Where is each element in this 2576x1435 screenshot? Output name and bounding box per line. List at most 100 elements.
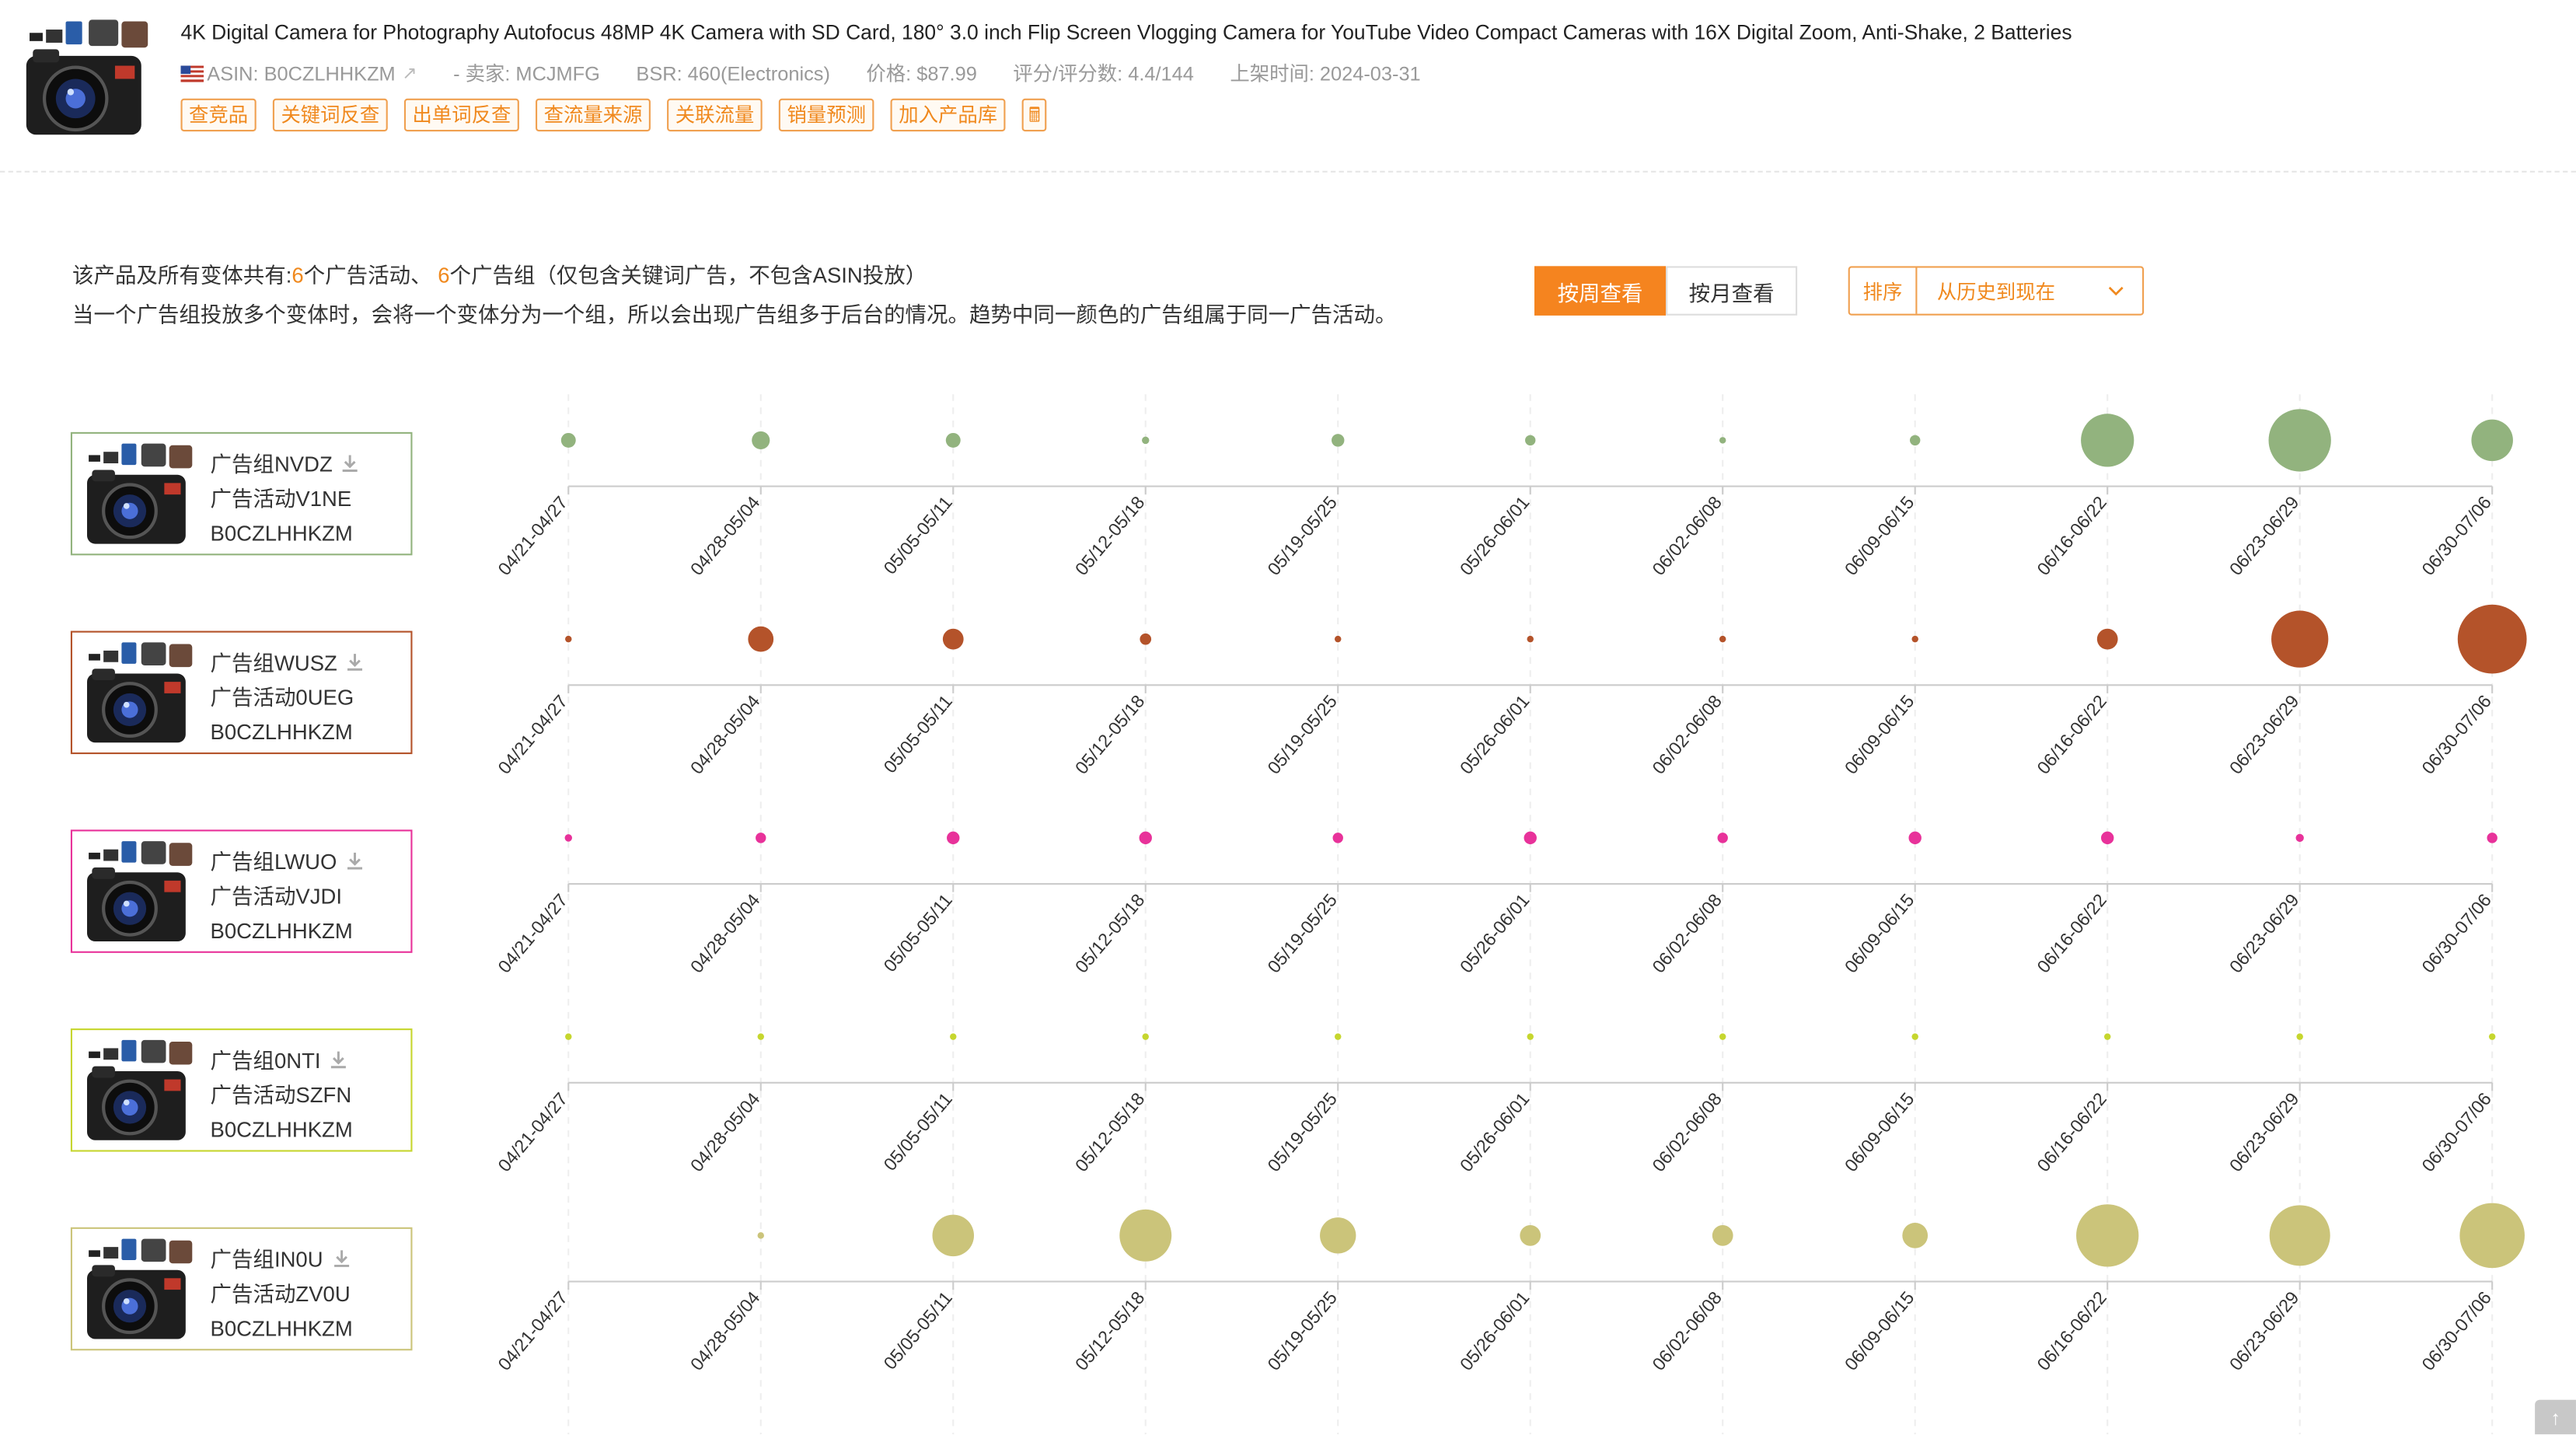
bubble-point[interactable] xyxy=(757,1232,764,1239)
x-tick-label: 05/05-05/11 xyxy=(880,1287,957,1373)
bubble-point[interactable] xyxy=(1320,1217,1356,1254)
bubble-point[interactable] xyxy=(2096,628,2118,650)
x-tick-label: 04/28-05/04 xyxy=(686,890,764,977)
bubble-point[interactable] xyxy=(2487,833,2497,843)
bubble-point[interactable] xyxy=(1140,633,1152,645)
x-tick-label: 05/19-05/25 xyxy=(1263,1088,1341,1175)
bubble-point[interactable] xyxy=(1911,1033,1918,1040)
bubble-point[interactable] xyxy=(1527,1033,1534,1040)
x-tick-label: 06/02-06/08 xyxy=(1648,1088,1726,1175)
bubble-point[interactable] xyxy=(756,833,766,843)
x-tick-label: 04/28-05/04 xyxy=(686,492,764,579)
bubble-point[interactable] xyxy=(1527,635,1534,643)
bubble-point[interactable] xyxy=(1142,436,1150,445)
bubble-point[interactable] xyxy=(2488,1033,2496,1040)
x-tick-label: 05/05-05/11 xyxy=(880,890,957,976)
x-tick-label: 05/12-05/18 xyxy=(1071,691,1149,778)
bubble-point[interactable] xyxy=(2296,1033,2303,1040)
x-tick-label: 05/26-06/01 xyxy=(1456,691,1534,778)
x-tick-label: 04/21-04/27 xyxy=(494,492,571,579)
x-tick-label: 04/28-05/04 xyxy=(686,691,764,778)
bubble-point[interactable] xyxy=(947,831,960,845)
bubble-point[interactable] xyxy=(564,834,573,842)
bubble-point[interactable] xyxy=(2268,409,2331,472)
bubble-point[interactable] xyxy=(1332,833,1343,843)
x-tick-label: 06/16-06/22 xyxy=(2033,890,2110,977)
bubble-point[interactable] xyxy=(1525,435,1536,446)
bubble-point[interactable] xyxy=(1332,434,1345,447)
x-tick-label: 06/02-06/08 xyxy=(1648,1287,1726,1374)
bubble-point[interactable] xyxy=(1719,1033,1726,1040)
x-tick-label: 06/02-06/08 xyxy=(1648,890,1726,977)
bubble-point[interactable] xyxy=(1717,833,1728,843)
bubble-point[interactable] xyxy=(1142,1033,1149,1040)
x-tick-label: 06/30-07/06 xyxy=(2417,890,2495,977)
x-tick-label: 06/16-06/22 xyxy=(2033,1088,2110,1175)
x-tick-label: 06/09-06/15 xyxy=(1841,1287,1918,1374)
bubble-point[interactable] xyxy=(942,628,964,650)
ad-trend-chart: 04/21-04/27 04/28-05/04 05/05-05/11 05/12-0… xyxy=(494,394,2527,1435)
bubble-point[interactable] xyxy=(757,1033,764,1040)
x-tick-label: 05/12-05/18 xyxy=(1071,1088,1149,1175)
back-to-top-button[interactable]: ↑ xyxy=(2535,1399,2576,1435)
x-tick-label: 05/26-06/01 xyxy=(1456,1287,1534,1374)
x-tick-label: 06/16-06/22 xyxy=(2033,492,2110,579)
bubble-point[interactable] xyxy=(1719,437,1726,444)
x-tick-label: 06/23-06/29 xyxy=(2225,1088,2303,1175)
bubble-point[interactable] xyxy=(565,1033,572,1040)
bubble-point[interactable] xyxy=(1911,635,1918,643)
x-tick-label: 04/21-04/27 xyxy=(494,691,571,778)
bubble-point[interactable] xyxy=(2100,831,2114,845)
bubble-point[interactable] xyxy=(1139,831,1152,845)
bubble-point[interactable] xyxy=(752,431,770,449)
x-tick-label: 06/02-06/08 xyxy=(1648,691,1726,778)
x-tick-label: 05/12-05/18 xyxy=(1071,1287,1149,1374)
bubble-point[interactable] xyxy=(560,432,576,448)
bubble-point[interactable] xyxy=(2271,610,2329,668)
x-tick-label: 06/30-07/06 xyxy=(2417,1088,2495,1175)
bubble-point[interactable] xyxy=(945,432,961,448)
x-tick-label: 06/23-06/29 xyxy=(2225,691,2303,778)
bubble-point[interactable] xyxy=(1335,635,1342,643)
bubble-point[interactable] xyxy=(1910,435,1921,446)
x-tick-label: 06/09-06/15 xyxy=(1841,1088,1918,1175)
bubble-point[interactable] xyxy=(1524,831,1537,845)
bubble-point[interactable] xyxy=(2457,604,2527,674)
x-tick-label: 06/09-06/15 xyxy=(1841,691,1918,778)
x-tick-label: 06/02-06/08 xyxy=(1648,492,1726,579)
bubble-point[interactable] xyxy=(1712,1224,1733,1246)
x-tick-label: 04/28-05/04 xyxy=(686,1287,764,1374)
bubble-point[interactable] xyxy=(748,626,774,652)
bubble-point[interactable] xyxy=(1520,1224,1541,1246)
x-tick-label: 04/28-05/04 xyxy=(686,1088,764,1175)
bubble-point[interactable] xyxy=(2269,1205,2330,1266)
x-tick-label: 06/16-06/22 xyxy=(2033,1287,2110,1374)
x-tick-label: 05/12-05/18 xyxy=(1071,890,1149,977)
bubble-point[interactable] xyxy=(1908,831,1922,845)
x-tick-label: 05/05-05/11 xyxy=(880,492,957,578)
x-tick-label: 06/23-06/29 xyxy=(2225,890,2303,977)
bubble-point[interactable] xyxy=(1719,635,1726,643)
bubble-point[interactable] xyxy=(1902,1222,1929,1248)
x-tick-label: 06/30-07/06 xyxy=(2417,691,2495,778)
bubble-point[interactable] xyxy=(950,1033,957,1040)
x-tick-label: 04/21-04/27 xyxy=(494,1287,571,1374)
x-tick-label: 06/09-06/15 xyxy=(1841,492,1918,579)
bubble-point[interactable] xyxy=(565,635,572,643)
bubble-point[interactable] xyxy=(1119,1209,1172,1262)
bubble-point[interactable] xyxy=(1335,1033,1342,1040)
x-tick-label: 05/12-05/18 xyxy=(1071,492,1149,579)
x-tick-label: 06/23-06/29 xyxy=(2225,1287,2303,1374)
x-tick-label: 05/19-05/25 xyxy=(1263,1287,1341,1374)
x-tick-label: 06/09-06/15 xyxy=(1841,890,1918,977)
x-tick-label: 05/19-05/25 xyxy=(1263,691,1341,778)
bubble-point[interactable] xyxy=(2081,414,2134,467)
bubble-point[interactable] xyxy=(2076,1204,2139,1267)
bubble-point[interactable] xyxy=(2459,1203,2525,1269)
x-tick-label: 05/19-05/25 xyxy=(1263,890,1341,977)
bubble-point[interactable] xyxy=(2471,419,2513,462)
bubble-point[interactable] xyxy=(932,1214,975,1257)
bubble-point[interactable] xyxy=(2103,1033,2111,1040)
bubble-point[interactable] xyxy=(2295,833,2304,843)
x-tick-label: 04/21-04/27 xyxy=(494,1088,571,1175)
